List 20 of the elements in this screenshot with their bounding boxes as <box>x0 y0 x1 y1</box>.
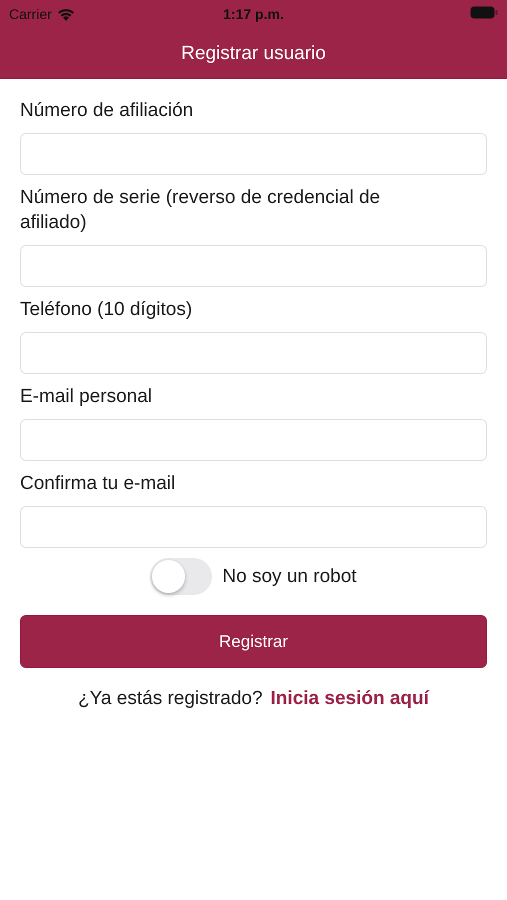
input-field[interactable] <box>20 419 487 461</box>
carrier-label: Carrier <box>9 6 52 22</box>
register-button[interactable]: Registrar <box>20 615 487 668</box>
login-prompt: ¿Ya estás registrado? <box>78 688 263 710</box>
input-field[interactable] <box>20 133 487 175</box>
field-label: Confirma tu e-mail <box>20 472 176 496</box>
field-label: E-mail personal <box>20 385 153 409</box>
robot-toggle[interactable] <box>150 558 212 595</box>
battery-icon <box>470 6 498 19</box>
toggle-label: No soy un robot <box>222 566 357 588</box>
input-field[interactable] <box>20 245 487 287</box>
status-time: 1:17 p.m. <box>223 6 284 22</box>
wifi-icon <box>56 8 75 20</box>
input-field[interactable] <box>20 506 487 548</box>
input-field[interactable] <box>20 332 487 374</box>
screen-title: Registrar usuario <box>181 42 326 64</box>
field-label: Número de serie (reverso de credencial de afiliado) <box>20 186 382 235</box>
field-label: Teléfono (10 dígitos) <box>20 298 194 322</box>
login-link[interactable]: Inicia sesión aquí <box>270 688 429 710</box>
field-label: Número de afiliación <box>20 99 194 123</box>
